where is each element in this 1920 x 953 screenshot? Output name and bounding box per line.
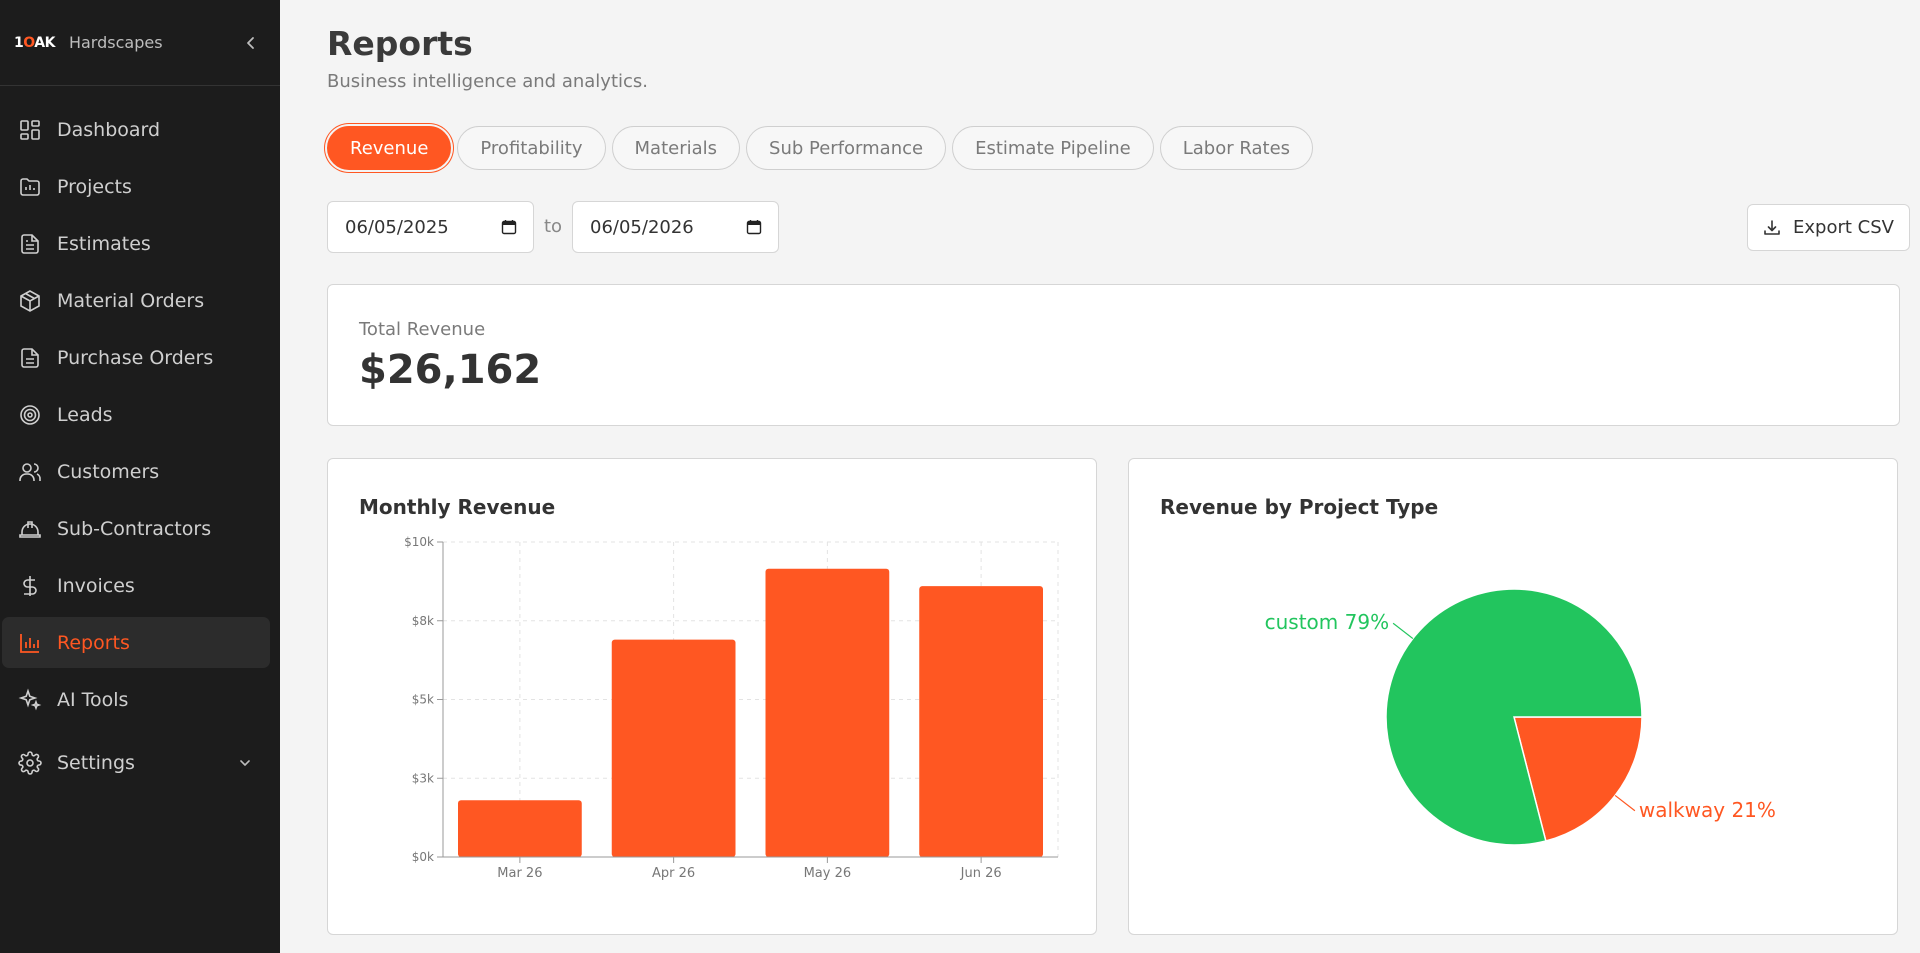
monthly-revenue-chart: $0k $3k $5k $8k $10k Mar 26 Apr 26 May 26 Jun 26 <box>404 535 1059 881</box>
target-icon <box>20 404 40 425</box>
chevron-left-icon[interactable] <box>244 36 258 50</box>
dashboard-icon <box>20 119 40 140</box>
sidebar-item-estimates[interactable]: Estimates <box>2 218 270 269</box>
calendar-icon[interactable] <box>501 219 517 235</box>
tab-revenue[interactable]: Revenue <box>327 126 452 170</box>
gear-icon <box>18 750 42 775</box>
export-csv-button[interactable]: Export CSV <box>1747 204 1910 251</box>
sidebar-item-reports[interactable]: Reports <box>2 617 270 668</box>
start-date-input[interactable]: 06/05/2025 <box>327 201 534 253</box>
page-title: Reports <box>327 24 473 63</box>
sidebar-item-label: Estimates <box>57 232 151 255</box>
sidebar-item-label: Invoices <box>57 574 135 597</box>
bar-may-26 <box>765 568 890 857</box>
bar-mar-26 <box>458 800 582 857</box>
monthly-revenue-card: Monthly Revenue $0k $3k $5k $8k $10k Mar 26 Ap… <box>327 458 1097 935</box>
y-tick-label: $5k <box>412 693 434 707</box>
total-revenue-label: Total Revenue <box>359 319 486 340</box>
sidebar-item-purchase-orders[interactable]: Purchase Orders <box>2 332 270 383</box>
y-tick-label: $10k <box>404 535 434 549</box>
y-tick-label: $3k <box>412 771 434 785</box>
y-tick-label: $8k <box>412 614 434 628</box>
chevron-down-icon <box>240 759 250 766</box>
logo[interactable]: 1OAK <box>14 35 55 51</box>
brand-name: Hardscapes <box>68 33 163 52</box>
sidebar-item-label: Projects <box>57 175 132 198</box>
sidebar-item-label: Sub-Contractors <box>57 517 212 540</box>
bar-apr-26 <box>611 639 736 857</box>
sidebar: 1OAK Hardscapes Dashboard Projects Estim… <box>0 0 280 953</box>
sidebar-item-label: Settings <box>57 751 135 774</box>
sidebar-item-dashboard[interactable]: Dashboard <box>2 104 270 155</box>
package-icon <box>20 289 40 312</box>
x-tick-label: Apr 26 <box>652 866 695 881</box>
pie-leader-line <box>1614 794 1636 812</box>
estimates-icon <box>21 233 39 254</box>
sidebar-item-label: Leads <box>57 403 113 426</box>
sidebar-item-settings[interactable]: Settings <box>2 737 270 788</box>
y-tick-label: $0k <box>412 850 434 864</box>
download-icon <box>1764 219 1780 235</box>
x-tick-label: Jun 26 <box>960 866 1002 881</box>
pie-label-custom: custom 79% <box>1265 610 1389 634</box>
x-tick-label: Mar 26 <box>497 866 542 881</box>
report-tabs: Revenue Profitability Materials Sub Perf… <box>327 126 1319 170</box>
sidebar-item-leads[interactable]: Leads <box>2 389 270 440</box>
projects-icon <box>20 177 40 196</box>
pie-leader-line <box>1392 622 1414 640</box>
tab-materials[interactable]: Materials <box>611 126 741 170</box>
sidebar-item-label: Customers <box>57 460 160 483</box>
brand-header: 1OAK Hardscapes <box>0 0 280 86</box>
sidebar-item-customers[interactable]: Customers <box>2 446 270 497</box>
end-date-input[interactable]: 06/05/2026 <box>572 201 779 253</box>
calendar-icon[interactable] <box>746 219 762 235</box>
export-csv-label: Export CSV <box>1793 217 1894 238</box>
main-content: Reports Business intelligence and analyt… <box>280 0 1920 953</box>
revenue-by-type-card: Revenue by Project Type walkway 21% custo… <box>1128 458 1898 935</box>
sidebar-item-label: Purchase Orders <box>57 346 214 369</box>
sidebar-item-label: AI Tools <box>57 688 129 711</box>
page-subtitle: Business intelligence and analytics. <box>327 71 649 92</box>
sidebar-nav: Dashboard Projects Estimates Material Or… <box>0 86 280 788</box>
document-icon <box>21 347 39 368</box>
bar-chart-icon <box>20 633 39 653</box>
tab-profitability[interactable]: Profitability <box>457 126 606 170</box>
tab-sub-performance[interactable]: Sub Performance <box>746 126 947 170</box>
end-date-value: 06/05/2026 <box>590 216 694 238</box>
sidebar-item-material-orders[interactable]: Material Orders <box>2 275 270 326</box>
date-range-separator: to <box>544 216 563 237</box>
total-revenue-card: Total Revenue $26,162 <box>327 284 1900 426</box>
sidebar-item-projects[interactable]: Projects <box>2 161 270 212</box>
users-icon <box>19 462 41 481</box>
sidebar-item-label: Reports <box>57 631 130 654</box>
sidebar-item-ai-tools[interactable]: AI Tools <box>2 674 270 725</box>
pie-label-walkway: walkway 21% <box>1639 798 1776 822</box>
sparkles-icon <box>18 688 42 710</box>
revenue-by-type-chart: walkway 21% custom 79% <box>1265 588 1776 846</box>
sidebar-item-invoices[interactable]: Invoices <box>2 560 270 611</box>
sidebar-item-sub-contractors[interactable]: Sub-Contractors <box>2 503 270 554</box>
bar-jun-26 <box>919 586 1043 857</box>
tab-labor-rates[interactable]: Labor Rates <box>1159 126 1314 170</box>
start-date-value: 06/05/2025 <box>345 216 449 238</box>
dollar-icon <box>23 575 37 596</box>
sidebar-item-label: Dashboard <box>57 118 161 141</box>
tab-estimate-pipeline[interactable]: Estimate Pipeline <box>952 126 1154 170</box>
x-tick-label: May 26 <box>804 866 852 881</box>
hard-hat-icon <box>19 520 41 538</box>
total-revenue-value: $26,162 <box>359 347 542 393</box>
sidebar-item-label: Material Orders <box>57 289 205 312</box>
